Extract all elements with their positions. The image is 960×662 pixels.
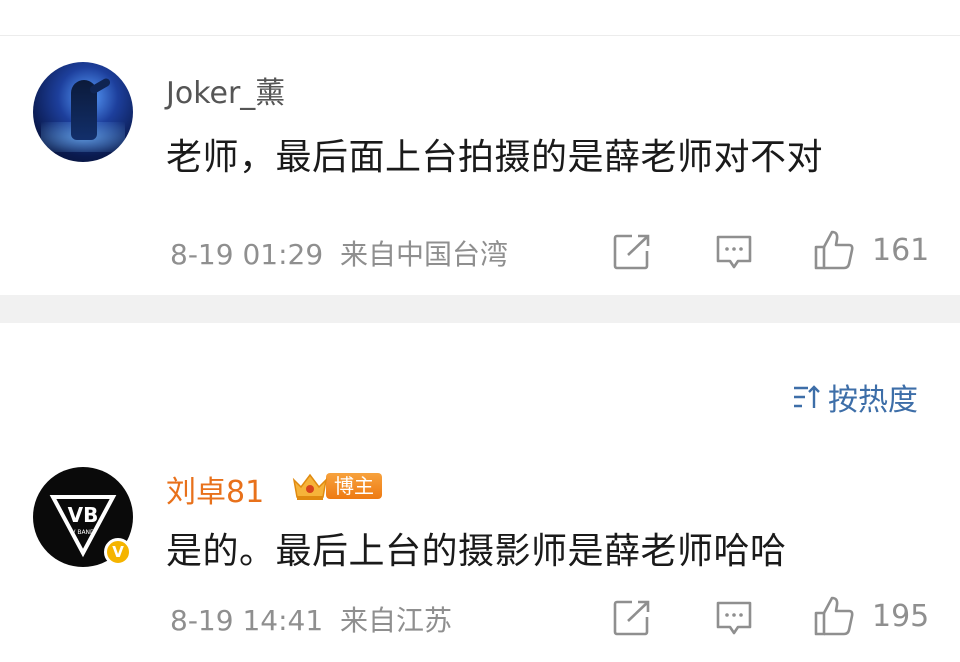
sort-label: 按热度 [828, 383, 918, 418]
comment-meta: 8-19 01:29 来自中国台湾 [170, 233, 508, 273]
section-separator [0, 295, 960, 323]
comment-text: 老师，最后面上台拍摄的是薛老师对不对 [166, 137, 824, 178]
verified-badge: V [104, 538, 132, 566]
comment-meta: 8-19 14:41 来自江苏 [170, 599, 452, 639]
like-icon[interactable] [812, 228, 856, 272]
sort-toggle[interactable]: 按热度 [792, 375, 918, 419]
avatar-arm [88, 77, 112, 95]
comment-location: 来自中国台湾 [340, 238, 509, 271]
top-divider [0, 35, 960, 36]
badge-label: 博主 [326, 473, 382, 499]
comment-time: 8-19 01:29 [170, 238, 324, 271]
like-count: 161 [872, 233, 930, 268]
like-count: 195 [872, 599, 930, 634]
comment-icon[interactable] [714, 233, 754, 271]
repost-icon[interactable] [612, 233, 652, 271]
comment-icon[interactable] [714, 599, 754, 637]
sort-icon [794, 385, 820, 408]
avatar-logo-text: VB [68, 503, 99, 527]
comment-text: 是的。最后上台的摄影师是薛老师哈哈 [166, 531, 787, 572]
username[interactable]: 刘卓81 [166, 467, 264, 511]
repost-icon[interactable] [612, 599, 652, 637]
username[interactable]: Joker_薰 [166, 68, 285, 112]
comment-location: 来自江苏 [340, 604, 453, 637]
avatar[interactable] [33, 62, 133, 162]
avatar-logo-subtext: V BAND [71, 529, 95, 536]
crown-icon [292, 473, 328, 500]
blogger-badge: 博主 [290, 470, 382, 502]
comment-time: 8-19 14:41 [170, 604, 324, 637]
like-icon[interactable] [812, 594, 856, 638]
